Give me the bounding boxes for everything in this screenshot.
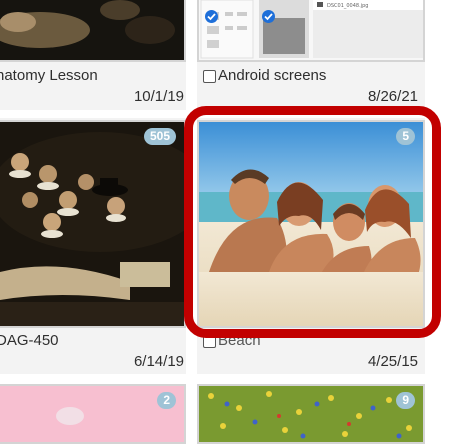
- anatomy-painting-thumbnail: [0, 0, 184, 60]
- album-thumbnail[interactable]: 2: [0, 384, 186, 444]
- photo-count-badge: 2: [157, 392, 176, 409]
- album-title[interactable]: Beach: [218, 332, 261, 349]
- album-date: 6/14/19: [133, 353, 184, 370]
- flower-field-thumbnail: [199, 386, 423, 442]
- photo-count-badge: 5: [396, 128, 415, 145]
- selected-check-icon[interactable]: [262, 10, 275, 23]
- photo-count-badge: 505: [143, 128, 176, 145]
- album-title[interactable]: natomy Lesson: [0, 67, 98, 84]
- selected-check-icon[interactable]: [205, 10, 218, 23]
- photo-count-badge: 9: [396, 392, 415, 409]
- album-date: 10/1/19: [133, 88, 184, 105]
- album-thumbnail[interactable]: [0, 0, 186, 62]
- android-screens-thumbnail: DSC01_0048.jpg: [200, 0, 423, 59]
- album-thumbnail[interactable]: DSC01_0048.jpg: [197, 0, 425, 62]
- anatomy-painting-thumbnail: [0, 122, 184, 326]
- album-checkbox[interactable]: [203, 335, 216, 348]
- svg-text:DSC01_0048.jpg: DSC01_0048.jpg: [327, 3, 368, 9]
- album-checkbox[interactable]: [203, 70, 216, 83]
- album-title[interactable]: DAG-450: [0, 332, 59, 349]
- album-thumbnail[interactable]: 505: [0, 120, 186, 328]
- album-date: 8/26/21: [367, 88, 418, 105]
- album-title[interactable]: Android screens: [218, 67, 326, 84]
- beach-photo-thumbnail: [199, 122, 423, 326]
- album-date: 4/25/15: [367, 353, 418, 370]
- album-thumbnail[interactable]: 9: [197, 384, 425, 444]
- album-thumbnail[interactable]: 5: [197, 120, 425, 328]
